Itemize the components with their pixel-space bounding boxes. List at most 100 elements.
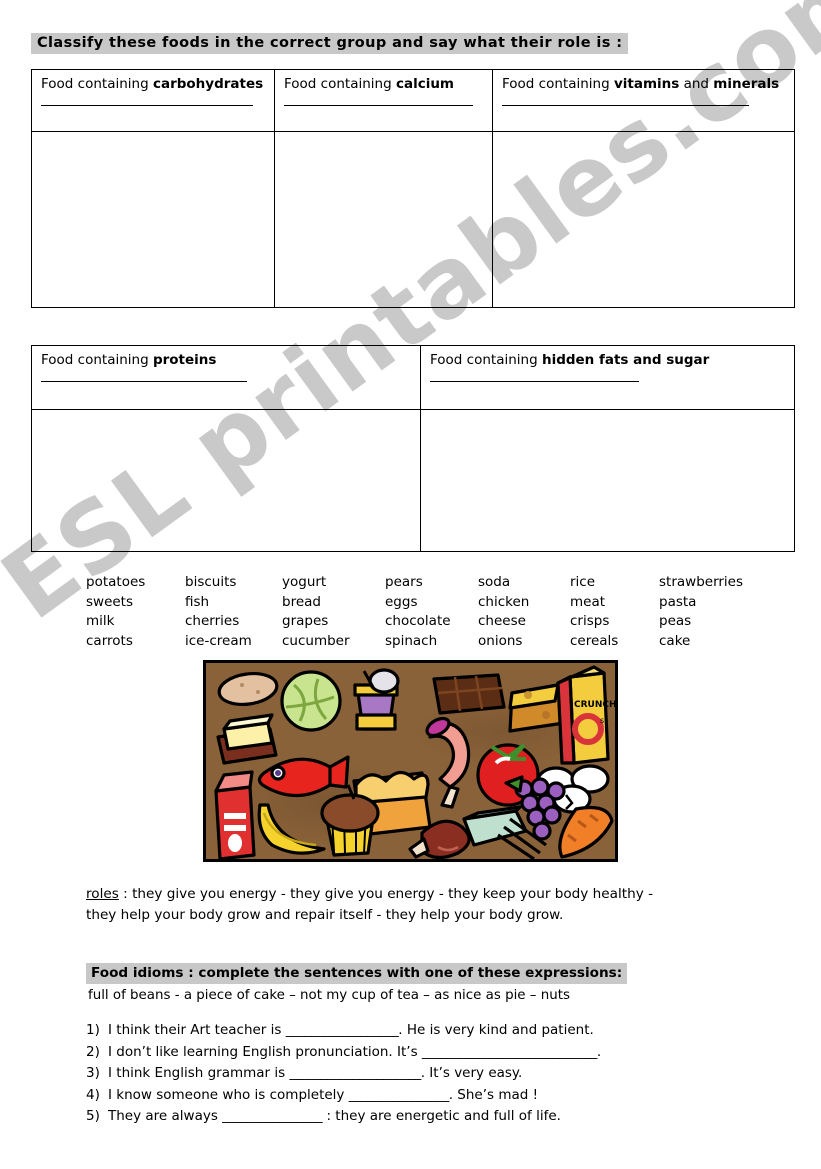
idiom-sentences: 1) I think their Art teacher is _________… <box>86 1020 786 1128</box>
calcium-label: Food containing calcium <box>284 76 455 92</box>
word-bank-item: yogurt <box>282 574 327 590</box>
answer-area-hidden-fats-sugar[interactable] <box>420 410 794 551</box>
yogurt-pot-icon <box>353 668 400 731</box>
milk-carton-icon <box>214 770 256 859</box>
word-bank-item: cucumber <box>282 632 350 649</box>
word-bank-item: pears <box>385 574 423 590</box>
idioms-heading: Food idioms : complete the sentences wit… <box>86 963 628 984</box>
word-bank-item: peas <box>659 613 692 629</box>
sentence-text-after: . He is very kind and patient. <box>398 1022 594 1038</box>
sentence-text-before: I think English grammar is <box>108 1065 290 1081</box>
word-bank-item: ice-cream <box>185 632 252 649</box>
svg-text:CRUNCHY: CRUNCHY <box>574 700 615 710</box>
sentence-row: 4) I know someone who is completely _____… <box>86 1085 786 1107</box>
svg-text:s: s <box>600 716 604 725</box>
table-2-answer-row <box>32 410 794 551</box>
word-bank-item: fish <box>185 593 210 610</box>
cheese-wedge-icon <box>508 683 566 733</box>
answer-blank[interactable]: _____________________ <box>289 1065 421 1081</box>
word-bank-item: spinach <box>385 632 438 649</box>
fish-icon <box>257 755 350 798</box>
carbohydrates-label: Food containing carbohydrates <box>41 76 264 92</box>
word-bank-item: strawberries <box>659 574 744 590</box>
potato-icon <box>217 672 279 706</box>
hidden-fats-sugar-label: Food containing hidden fats and sugar <box>430 352 710 368</box>
sentence-text-after: . It’s very easy. <box>420 1065 523 1081</box>
sentence-text-after: : they are energetic and full of life. <box>322 1108 561 1124</box>
word-bank-item: sweets <box>86 593 134 610</box>
word-bank-item: cereals <box>570 632 619 649</box>
table-cell-carbohydrates-header: Food containing carbohydrates <box>32 70 274 131</box>
answer-blank[interactable]: ________________ <box>222 1108 323 1124</box>
food-items-svg: CRUNCHY s <box>214 665 615 859</box>
word-bank-item: carrots <box>86 632 133 649</box>
roles-line-1: : they give you energy - they give you e… <box>118 886 653 902</box>
ham-slice-icon <box>425 716 471 809</box>
answer-blank[interactable]: ____________________________ <box>422 1044 598 1060</box>
sentence-text-after: . <box>596 1043 602 1060</box>
sentence-row: 2) I don’t like learning English pronunci… <box>86 1042 786 1064</box>
sentence-row: 5) They are always ________________ : the… <box>86 1106 786 1128</box>
answer-blank[interactable]: __________________ <box>286 1022 399 1038</box>
cereal-box-icon: CRUNCHY s <box>556 665 615 765</box>
idioms-expressions-list: full of beans - a piece of cake – not my… <box>88 988 570 1003</box>
sentence-number: 4) <box>86 1086 100 1103</box>
word-bank-item: soda <box>478 574 511 590</box>
answer-rule[interactable] <box>41 380 247 382</box>
butter-icon <box>216 713 278 765</box>
worksheet-title: Classify these foods in the correct grou… <box>31 33 629 54</box>
table-cell-calcium-header: Food containing calcium <box>274 70 492 131</box>
word-bank-item: cherries <box>185 613 240 629</box>
answer-area-proteins[interactable] <box>32 410 420 551</box>
word-bank-item: cake <box>659 632 691 649</box>
banana-icon <box>257 803 326 855</box>
sentence-number: 2) <box>86 1043 100 1060</box>
word-bank-item: eggs <box>385 593 418 610</box>
worksheet-page: Classify these foods in the correct grou… <box>0 0 821 1169</box>
word-bank-item: rice <box>570 574 596 590</box>
sentence-text-before: I know someone who is completely <box>108 1086 349 1103</box>
food-illustration: CRUNCHY s <box>203 660 618 862</box>
answer-rule[interactable] <box>41 104 253 106</box>
answer-area-vitamins-minerals[interactable] <box>492 132 794 307</box>
table-cell-hidden-fats-sugar-header: Food containing hidden fats and sugar <box>420 346 794 409</box>
carrot-icon <box>558 805 614 859</box>
food-word-bank: potatoes biscuits yogurt pears soda rice… <box>86 573 789 651</box>
roles-label: roles <box>86 886 119 902</box>
word-bank-item: potatoes <box>86 574 146 590</box>
sentence-row: 1) I think their Art teacher is _________… <box>86 1020 786 1042</box>
sentence-number: 5) <box>86 1108 100 1124</box>
word-bank-item: biscuits <box>185 574 237 590</box>
word-bank-item: pasta <box>659 593 697 610</box>
answer-area-calcium[interactable] <box>274 132 492 307</box>
sentence-number: 3) <box>86 1065 100 1081</box>
table-1-header-row: Food containing carbohydrates Food conta… <box>32 70 794 132</box>
word-bank-item: chocolate <box>385 613 451 629</box>
answer-rule[interactable] <box>284 104 473 106</box>
vitamins-minerals-label: Food containing vitamins and minerals <box>502 76 780 92</box>
answer-rule[interactable] <box>430 380 639 382</box>
sentence-row: 3) I think English grammar is ___________… <box>86 1063 786 1085</box>
cabbage-icon <box>280 670 342 732</box>
word-bank-item: cheese <box>478 613 526 629</box>
answer-area-carbohydrates[interactable] <box>32 132 274 307</box>
table-cell-vitamins-minerals-header: Food containing vitamins and minerals <box>492 70 794 131</box>
roles-paragraph: roles : they give you energy - they give… <box>86 884 786 926</box>
sentence-text-before: I think their Art teacher is <box>108 1022 286 1038</box>
illustration-background: CRUNCHY s <box>206 663 615 859</box>
sentence-text-before: I don’t like learning English pronunciat… <box>108 1043 422 1060</box>
word-bank-item: grapes <box>282 613 329 629</box>
answer-blank[interactable]: ________________ <box>349 1087 450 1103</box>
word-bank-item: onions <box>478 632 523 649</box>
word-bank-item: meat <box>570 593 606 610</box>
word-bank-item: bread <box>282 593 321 610</box>
proteins-label: Food containing proteins <box>41 352 217 368</box>
word-bank-item: chicken <box>478 593 530 610</box>
roles-line-2: they help your body grow and repair itse… <box>86 907 564 923</box>
answer-rule[interactable] <box>502 104 749 106</box>
table-2-header-row: Food containing proteins Food containing… <box>32 346 794 410</box>
table-1-answer-row <box>32 132 794 307</box>
sentence-number: 1) <box>86 1022 100 1038</box>
word-bank-item: milk <box>86 613 115 629</box>
sentence-text-after: . She’s mad ! <box>448 1086 539 1103</box>
